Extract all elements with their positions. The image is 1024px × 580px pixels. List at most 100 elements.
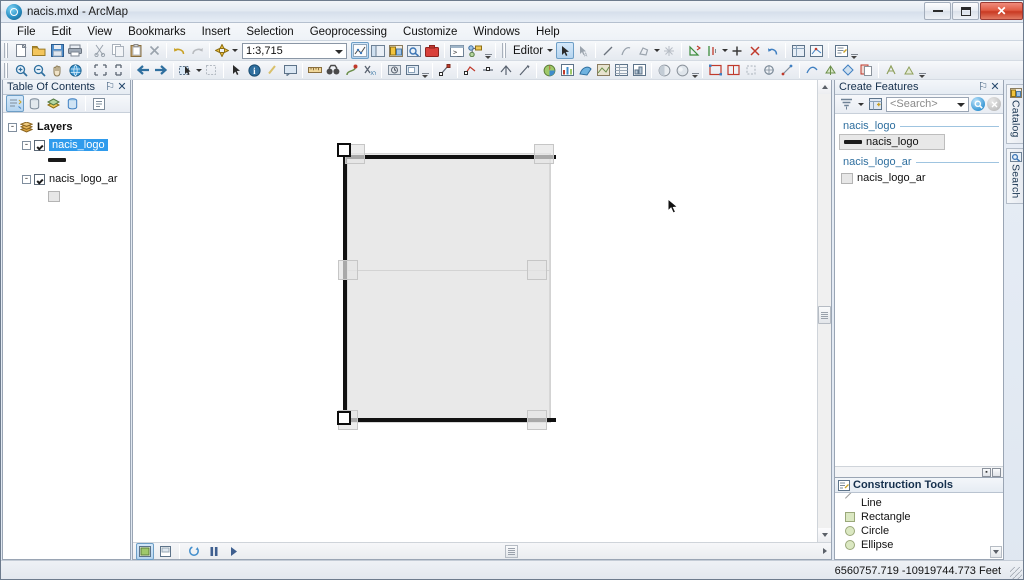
list-by-selection-icon[interactable] <box>63 95 81 112</box>
menu-edit[interactable]: Edit <box>44 24 80 40</box>
list-by-visibility-icon[interactable] <box>44 95 62 112</box>
forward-extent-arrow-icon[interactable] <box>152 62 170 79</box>
effects-icon[interactable] <box>673 62 691 79</box>
construct-geometry-icon[interactable] <box>882 62 900 79</box>
vertex-anchor-top-left[interactable] <box>337 143 351 157</box>
toc-layer-nacis-logo[interactable]: - nacis_logo <box>8 137 130 153</box>
side-tab-search[interactable]: Search <box>1006 147 1023 205</box>
menu-geoprocessing[interactable]: Geoprocessing <box>302 24 395 40</box>
trace-icon[interactable] <box>635 42 653 59</box>
select-features-icon[interactable] <box>177 62 195 79</box>
time-slider-icon[interactable] <box>385 62 403 79</box>
toc-close-icon[interactable]: ✕ <box>116 82 128 93</box>
construction-tool-rectangle[interactable]: Rectangle <box>835 510 1003 524</box>
print-icon[interactable] <box>66 42 84 59</box>
maximize-button[interactable] <box>952 2 979 20</box>
tools-toolbar-grip[interactable] <box>4 62 9 78</box>
find-binoculars-icon[interactable] <box>324 62 342 79</box>
model-builder-icon[interactable] <box>466 42 484 59</box>
resize-icon[interactable] <box>992 467 1001 477</box>
chart-icon[interactable] <box>630 62 648 79</box>
paste-icon[interactable] <box>127 42 145 59</box>
straight-segment-icon[interactable] <box>599 42 617 59</box>
undo-arrow-icon[interactable] <box>170 42 188 59</box>
chevron-down-icon[interactable] <box>957 102 965 107</box>
open-folder-icon[interactable] <box>30 42 48 59</box>
editor-menu-button[interactable]: Editor <box>510 45 546 57</box>
clip-x-icon[interactable] <box>746 42 764 59</box>
full-extent-globe-icon[interactable] <box>66 62 84 79</box>
editor-toolbar-grip[interactable] <box>502 43 507 58</box>
cut-scissors-icon[interactable] <box>91 42 109 59</box>
create-features-close-icon[interactable]: ✕ <box>989 82 1001 93</box>
construct-points-icon[interactable] <box>515 62 533 79</box>
toolbox-icon[interactable] <box>423 42 441 59</box>
editor-vertex-icon[interactable] <box>436 62 454 79</box>
add-data-icon[interactable] <box>213 42 231 59</box>
line-symbol-icon[interactable] <box>48 158 66 162</box>
toc-layer-expander[interactable]: - <box>22 140 31 150</box>
create-features-search-input[interactable]: <Search> <box>886 96 969 112</box>
fixed-zoom-in-icon[interactable] <box>91 62 109 79</box>
menu-windows[interactable]: Windows <box>465 24 528 40</box>
toolbar-grip[interactable] <box>4 43 9 58</box>
organize-templates-icon[interactable] <box>837 96 855 113</box>
pan-hand-icon[interactable] <box>48 62 66 79</box>
map-scale-combo[interactable]: 1:3,715 <box>242 42 347 59</box>
square-frame-icon[interactable] <box>742 62 760 79</box>
data-view-icon[interactable] <box>136 542 154 560</box>
editor-menu-chevron-icon[interactable] <box>547 49 554 52</box>
feature-template-nacis-logo-ar[interactable]: nacis_logo_ar <box>835 170 1003 186</box>
undo-edit-icon[interactable] <box>764 42 782 59</box>
toc-root-expander[interactable]: - <box>8 122 17 132</box>
toolbar-overflow-button[interactable] <box>484 43 492 59</box>
shape-icon[interactable] <box>576 62 594 79</box>
catalog-window-icon[interactable] <box>387 42 405 59</box>
continue-drawing-icon[interactable] <box>225 543 243 560</box>
redo-arrow-icon[interactable] <box>188 42 206 59</box>
delete-x-icon[interactable] <box>145 42 163 59</box>
table-icon[interactable] <box>612 62 630 79</box>
create-template-icon[interactable] <box>866 96 884 113</box>
search-window-icon[interactable] <box>405 42 423 59</box>
toc-pin-icon[interactable]: ⚐ <box>104 82 116 93</box>
add-data-dropdown-icon[interactable] <box>232 49 238 52</box>
back-extent-arrow-icon[interactable] <box>134 62 152 79</box>
editor-toolbar-overflow-button[interactable] <box>850 43 858 59</box>
panel-mini-buttons[interactable]: ▪ <box>982 467 1001 477</box>
toc-layer-expander[interactable]: - <box>22 174 31 184</box>
vertical-scroll-thumb[interactable] <box>818 306 831 324</box>
chevron-down-icon[interactable] <box>335 49 343 54</box>
edit-handle-middle-right[interactable] <box>527 260 547 280</box>
clear-search-icon[interactable] <box>987 97 1001 111</box>
organize-templates-chevron-icon[interactable] <box>858 102 864 106</box>
hyperlink-icon[interactable] <box>263 62 281 79</box>
diamond-icon[interactable] <box>839 62 857 79</box>
topology-edit-icon[interactable] <box>461 62 479 79</box>
construction-tools-scroll-down-button[interactable] <box>990 546 1002 558</box>
toc-layer-visibility-checkbox[interactable] <box>34 139 45 151</box>
menu-bookmarks[interactable]: Bookmarks <box>120 24 194 40</box>
edit-handle-bottom-right[interactable] <box>527 410 547 430</box>
zoom-in-icon[interactable] <box>12 62 30 79</box>
toc-layer-visibility-checkbox[interactable] <box>34 173 45 185</box>
menu-selection[interactable]: Selection <box>238 24 301 40</box>
toc-layer-label[interactable]: nacis_logo <box>49 139 108 151</box>
menu-file[interactable]: File <box>9 24 44 40</box>
attributes-table-icon[interactable] <box>789 42 807 59</box>
close-button[interactable]: ✕ <box>980 2 1023 20</box>
minimize-button[interactable] <box>924 2 951 20</box>
pie-chart-icon[interactable] <box>540 62 558 79</box>
create-features-window-icon[interactable] <box>832 42 850 59</box>
refresh-icon[interactable] <box>185 543 203 560</box>
scroll-down-button[interactable] <box>818 528 831 542</box>
measure-icon[interactable] <box>306 62 324 79</box>
rotate-icon[interactable] <box>685 42 703 59</box>
pause-drawing-icon[interactable] <box>205 543 223 560</box>
copy-parallel-icon[interactable] <box>857 62 875 79</box>
toc-layer-label[interactable]: nacis_logo_ar <box>49 173 118 185</box>
toc-layer-nacis-logo-ar[interactable]: - nacis_logo_ar <box>8 171 130 187</box>
polygon-symbol-icon[interactable] <box>48 190 60 202</box>
map-vertical-scrollbar[interactable] <box>817 80 831 542</box>
new-document-icon[interactable] <box>12 42 30 59</box>
